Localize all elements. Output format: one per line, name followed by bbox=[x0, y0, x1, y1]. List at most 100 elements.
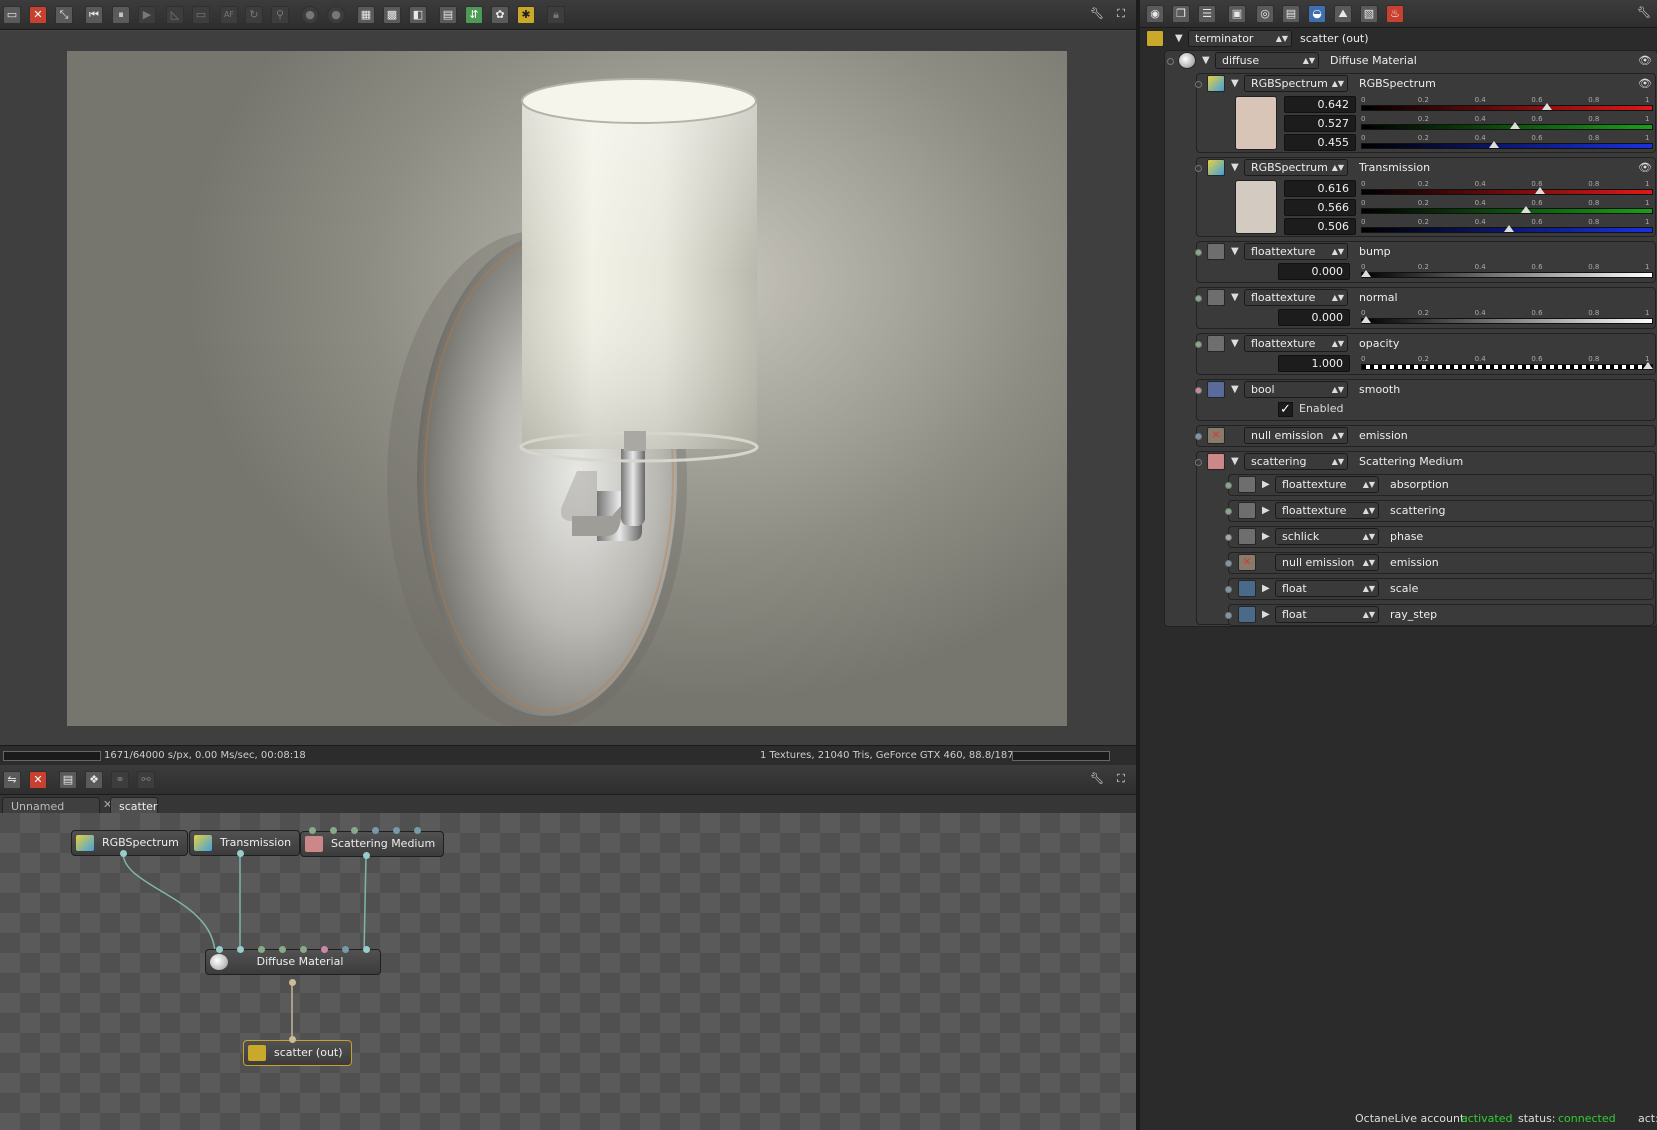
film-icon[interactable]: ▤ bbox=[1282, 5, 1300, 23]
resize-icon[interactable]: ⤡ bbox=[55, 6, 73, 24]
node-graph[interactable]: RGBSpectrum Transmission Scattering Medi… bbox=[0, 813, 1136, 1130]
link-icon[interactable]: ⚭ bbox=[111, 771, 129, 789]
bump-value[interactable]: 0.000 bbox=[1278, 263, 1350, 280]
blue-slider[interactable]: 0 0.2 0.4 0.6 0.8 1 bbox=[1361, 218, 1653, 235]
delete-icon[interactable]: ✕ bbox=[29, 771, 47, 789]
slider-handle[interactable] bbox=[1361, 270, 1371, 277]
root-type-select[interactable]: terminator ▲▼ bbox=[1188, 30, 1292, 47]
material-type-select[interactable]: diffuse ▲▼ bbox=[1215, 52, 1319, 69]
wrench-icon[interactable]: 🔧︎ bbox=[1088, 771, 1106, 789]
input-pin[interactable] bbox=[237, 946, 244, 953]
input-pin[interactable] bbox=[414, 827, 421, 834]
node-scatter-out[interactable]: scatter (out) bbox=[243, 1040, 352, 1066]
type-select[interactable]: null emission ▲▼ bbox=[1275, 554, 1379, 571]
expand-icon[interactable]: ▶ bbox=[1262, 527, 1270, 547]
expand-icon[interactable]: ▶ bbox=[1262, 475, 1270, 495]
af-icon[interactable]: AF bbox=[220, 6, 238, 24]
tab-unnamed-project[interactable]: Unnamed Project bbox=[2, 797, 100, 830]
bump-slider[interactable]: 0 0.2 0.4 0.6 0.8 1 bbox=[1361, 263, 1653, 280]
collapse-icon[interactable]: ▼ bbox=[1175, 29, 1183, 49]
collapse-icon[interactable]: ▼ bbox=[1231, 452, 1239, 472]
tool-icon[interactable]: ⚲ bbox=[271, 6, 289, 24]
expand-icon[interactable]: ▶ bbox=[1262, 605, 1270, 625]
collapse-icon[interactable]: ▼ bbox=[1231, 288, 1239, 308]
type-select[interactable]: scattering ▲▼ bbox=[1244, 453, 1348, 470]
type-select[interactable]: floattexture ▲▼ bbox=[1275, 502, 1379, 519]
mountain-icon[interactable]: ⛰ bbox=[1334, 5, 1352, 23]
environment-icon[interactable]: ◒ bbox=[1308, 5, 1326, 23]
slider-handle[interactable] bbox=[1534, 187, 1545, 194]
input-pin[interactable] bbox=[216, 946, 223, 953]
slider-handle[interactable] bbox=[1542, 103, 1553, 110]
smooth-checkbox[interactable]: ✓ bbox=[1278, 402, 1293, 417]
render-viewport[interactable] bbox=[0, 31, 1136, 745]
slider-handle[interactable] bbox=[1643, 362, 1653, 369]
eye-icon[interactable]: 👁︎ bbox=[1638, 51, 1652, 71]
pause-icon[interactable]: ⏸ bbox=[112, 6, 130, 24]
slider-track[interactable] bbox=[1361, 208, 1653, 214]
input-pin[interactable] bbox=[372, 827, 379, 834]
type-select[interactable]: RGBSpectrum ▲▼ bbox=[1244, 75, 1348, 92]
blue-value[interactable]: 0.506 bbox=[1284, 218, 1356, 235]
normal-slider[interactable]: 0 0.2 0.4 0.6 0.8 1 bbox=[1361, 309, 1653, 326]
layout-icon[interactable]: ⇋ bbox=[3, 771, 21, 789]
expand-icon[interactable]: ▶ bbox=[1262, 501, 1270, 521]
green-value[interactable]: 0.527 bbox=[1284, 115, 1356, 132]
display-icon[interactable]: ▭ bbox=[192, 6, 210, 24]
fire-icon[interactable]: ♨ bbox=[1386, 5, 1404, 23]
lock-icon[interactable]: 🔒︎ bbox=[547, 6, 565, 24]
input-pin[interactable] bbox=[309, 827, 316, 834]
star-icon[interactable]: ✱ bbox=[517, 6, 535, 24]
input-pin[interactable] bbox=[289, 1036, 296, 1043]
input-pin[interactable] bbox=[330, 827, 337, 834]
slider-handle[interactable] bbox=[1503, 225, 1514, 232]
wrench-icon[interactable]: 🔧︎ bbox=[1088, 6, 1106, 24]
layers-icon[interactable]: ❐ bbox=[1172, 5, 1190, 23]
node-rgbspectrum[interactable]: RGBSpectrum bbox=[71, 830, 188, 856]
slider-handle[interactable] bbox=[1520, 206, 1531, 213]
type-select[interactable]: null emission ▲▼ bbox=[1244, 427, 1348, 444]
palette-icon[interactable]: ✿ bbox=[491, 6, 509, 24]
red-value[interactable]: 0.642 bbox=[1284, 96, 1356, 113]
opacity-slider[interactable]: 0 0.2 0.4 0.6 0.8 1 bbox=[1361, 355, 1653, 372]
node-scattering-medium[interactable]: Scattering Medium bbox=[300, 831, 445, 857]
color-swatch[interactable] bbox=[1235, 96, 1277, 150]
slider-handle[interactable] bbox=[1361, 316, 1371, 323]
checker-icon[interactable]: ▩ bbox=[383, 6, 401, 24]
input-pin[interactable] bbox=[363, 946, 370, 953]
region-icon[interactable]: ◺ bbox=[166, 6, 184, 24]
slider-track[interactable] bbox=[1361, 189, 1653, 195]
save-icon[interactable]: ▤ bbox=[59, 771, 77, 789]
type-select[interactable]: bool ▲▼ bbox=[1244, 381, 1348, 398]
type-select[interactable]: float ▲▼ bbox=[1275, 606, 1379, 623]
slider-track[interactable] bbox=[1361, 272, 1653, 278]
collapse-icon[interactable]: ▼ bbox=[1202, 51, 1210, 71]
collapse-icon[interactable]: ▼ bbox=[1231, 158, 1239, 178]
collapse-icon[interactable]: ▼ bbox=[1231, 334, 1239, 354]
input-pin[interactable] bbox=[321, 946, 328, 953]
green-slider[interactable]: 0 0.2 0.4 0.6 0.8 1 bbox=[1361, 199, 1653, 216]
output-pin[interactable] bbox=[289, 979, 296, 986]
fit-icon[interactable]: ▭ bbox=[3, 6, 21, 24]
image-icon[interactable]: ▣ bbox=[1228, 5, 1246, 23]
slider-track[interactable] bbox=[1361, 364, 1653, 370]
restart-icon[interactable]: ⏮ bbox=[85, 6, 103, 24]
slider-handle[interactable] bbox=[1509, 122, 1520, 129]
input-pin[interactable] bbox=[351, 827, 358, 834]
eye-icon[interactable]: 👁︎ bbox=[1638, 158, 1652, 178]
type-select[interactable]: schlick ▲▼ bbox=[1275, 528, 1379, 545]
slider-track[interactable] bbox=[1361, 124, 1653, 130]
red-slider[interactable]: 0 0.2 0.4 0.6 0.8 1 bbox=[1361, 180, 1653, 197]
expand-icon[interactable]: ▶ bbox=[1262, 579, 1270, 599]
unlink-icon[interactable]: ⚯ bbox=[137, 771, 155, 789]
type-select[interactable]: floattexture ▲▼ bbox=[1244, 243, 1348, 260]
nodes-icon[interactable]: ❖ bbox=[85, 771, 103, 789]
output-pin[interactable] bbox=[237, 850, 244, 857]
color-swatch[interactable] bbox=[1235, 180, 1277, 234]
export-icon[interactable]: ⇵ bbox=[465, 6, 483, 24]
camera-icon[interactable]: ◉ bbox=[1146, 5, 1164, 23]
type-select[interactable]: floattexture ▲▼ bbox=[1244, 289, 1348, 306]
collapse-icon[interactable]: ▼ bbox=[1231, 74, 1239, 94]
input-pin[interactable] bbox=[258, 946, 265, 953]
blue-slider[interactable]: 0 0.2 0.4 0.6 0.8 1 bbox=[1361, 134, 1653, 151]
